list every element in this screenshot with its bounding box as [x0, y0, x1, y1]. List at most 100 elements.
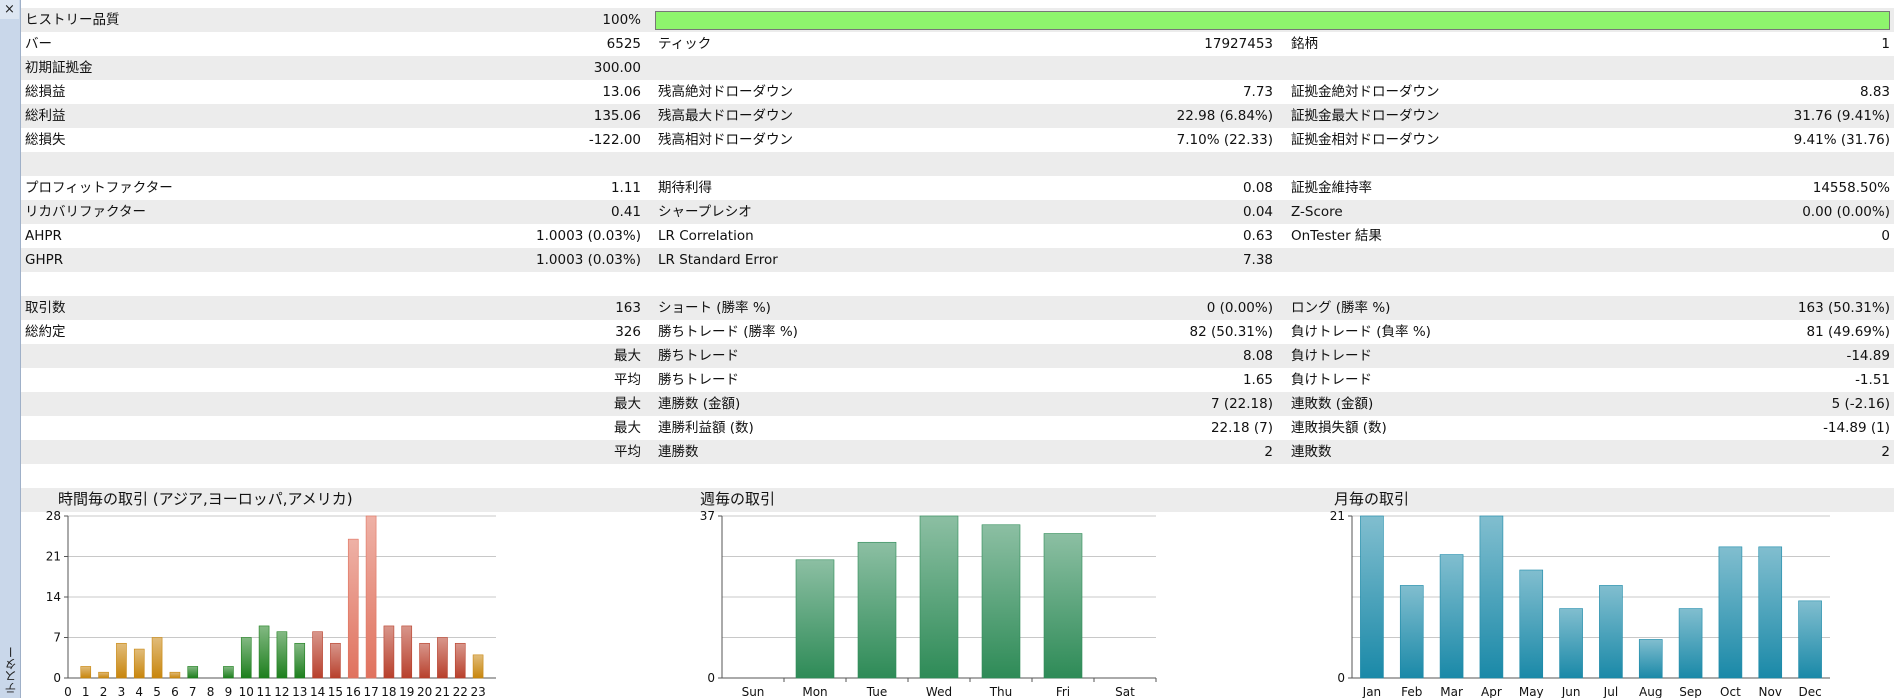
value-col1: 6525 [606, 36, 641, 52]
stats-row [21, 152, 1894, 176]
stats-row [21, 464, 1894, 488]
bar [187, 666, 199, 679]
stats-grid: ヒストリー品質 100% バー 6525 ティック 17927453 銘柄 1 初期証拠金 3… [21, 8, 1894, 512]
bar [240, 637, 252, 679]
x-tick-label: 18 [381, 685, 396, 698]
label-col2: LR Correlation [658, 228, 754, 244]
value-col1: 1.11 [610, 180, 641, 196]
stats-row: 総損益 13.06 残高絶対ドローダウン 7.73 証拠金絶対ドローダウン 8.83 [21, 80, 1894, 104]
bar [1399, 585, 1424, 679]
x-tick-label: Fri [1056, 685, 1070, 698]
y-tick-label: 21 [1330, 509, 1345, 523]
bar [276, 631, 288, 679]
value-col2: 17927453 [1204, 36, 1273, 52]
x-tick-label: Feb [1401, 685, 1422, 698]
label-col2: ティック [658, 36, 712, 52]
label-col1: 総約定 [25, 324, 66, 340]
hourly-chart-title: 時間毎の取引 (アジア,ヨーロッパ,アメリカ) [58, 490, 353, 508]
value-col1: -122.00 [588, 132, 641, 148]
label-col1: 取引数 [25, 300, 66, 316]
bar [919, 515, 959, 679]
stats-row: 総約定 326 勝ちトレード (勝率 %) 82 (50.31%) 負けトレード (負率… [21, 320, 1894, 344]
label-col1: プロフィットファクター [25, 180, 173, 196]
stats-row: 平均 勝ちトレード 1.65 負けトレード -1.51 [21, 368, 1894, 392]
history-quality-value: 100% [602, 12, 641, 28]
stats-row: バー 6525 ティック 17927453 銘柄 1 [21, 32, 1894, 56]
value-col1: 13.06 [602, 84, 641, 100]
x-tick-label: 21 [435, 685, 450, 698]
value-col2: 7.73 [1242, 84, 1273, 100]
label-col2: 連勝数 (金額) [658, 396, 741, 412]
label-col2: 期待利得 [658, 180, 712, 196]
x-tick-label: Dec [1798, 685, 1821, 698]
value-col3: 14558.50% [1812, 180, 1890, 196]
x-tick-label: Jul [1603, 685, 1618, 698]
monthly-trades-chart: 月毎の取引 0 21 Jan Feb Mar Apr May Jun Jul Aug Sep Oct N… [1330, 488, 1879, 698]
label-col1: AHPR [25, 228, 62, 244]
x-tick-label: 23 [470, 685, 485, 698]
x-tick-label: May [1519, 685, 1544, 698]
bar [419, 642, 430, 679]
label-col3: 負けトレード [1291, 348, 1372, 364]
weekly-chart-title: 週毎の取引 [700, 490, 776, 508]
x-tick-label: 20 [417, 685, 432, 698]
label-col1: 総損失 [25, 132, 66, 148]
value-col1: 最大 [614, 348, 641, 364]
value-col2: 0.04 [1242, 204, 1273, 220]
y-tick-label: 28 [46, 509, 61, 523]
bar [1678, 608, 1703, 679]
label-col2: 残高相対ドローダウン [658, 132, 793, 148]
stats-row: 総利益 135.06 残高最大ドローダウン 22.98 (6.84%) 証拠金最大ドロー… [21, 104, 1894, 128]
bar [169, 671, 181, 679]
label-col2: LR Standard Error [658, 252, 778, 268]
close-icon[interactable]: × [0, 0, 19, 19]
x-tick-label: 7 [189, 685, 197, 698]
value-col2: 2 [1264, 444, 1273, 460]
value-col3: 8.83 [1859, 84, 1890, 100]
bar [1599, 585, 1623, 679]
bar [312, 631, 323, 679]
x-tick-label: 22 [453, 685, 468, 698]
value-col2: 0.08 [1242, 180, 1273, 196]
x-tick-label: Nov [1759, 685, 1782, 698]
value-col3: 0 [1881, 228, 1890, 244]
x-tick-label: Apr [1481, 685, 1502, 698]
value-col2: 1.65 [1242, 372, 1273, 388]
value-col2: 82 (50.31%) [1189, 324, 1273, 340]
tester-vertical-label: テスター [4, 646, 18, 694]
stats-row: 取引数 163 ショート (勝率 %) 0 (0.00%) ロング (勝率 %) 163 … [21, 296, 1894, 320]
x-tick-label: 2 [100, 685, 108, 698]
stats-row: 最大 勝ちトレード 8.08 負けトレード -14.89 [21, 344, 1894, 368]
x-tick-label: 15 [328, 685, 343, 698]
value-col1: 135.06 [593, 108, 641, 124]
x-tick-label: 14 [310, 685, 325, 698]
hourly-trades-chart: 時間毎の取引 (アジア,ヨーロッパ,アメリカ) 0 7 14 21 28 0 1 2 3 4 5 6 7… [46, 488, 606, 698]
bar [258, 625, 270, 679]
value-col1: 平均 [614, 372, 641, 388]
x-tick-label: 17 [363, 685, 378, 698]
stats-row: AHPR 1.0003 (0.03%) LR Correlation 0.63 OnTe… [21, 224, 1894, 248]
value-col3: 5 (-2.16) [1831, 396, 1890, 412]
bar [151, 637, 163, 679]
label-col3: 銘柄 [1291, 36, 1318, 52]
value-col1: 最大 [614, 396, 641, 412]
label-col2: 勝ちトレード [658, 372, 739, 388]
label-col1: バー [25, 36, 52, 52]
x-tick-label: Thu [989, 685, 1013, 698]
monthly-chart-title: 月毎の取引 [1334, 490, 1410, 508]
bar [98, 671, 109, 679]
value-col1: 1.0003 (0.03%) [536, 228, 641, 244]
label-col3: 証拠金絶対ドローダウン [1291, 84, 1440, 100]
bar [795, 559, 835, 679]
stats-row: 総損失 -122.00 残高相対ドローダウン 7.10% (22.33) 証拠金相対ドロ… [21, 128, 1894, 152]
label-col3: 証拠金相対ドローダウン [1291, 132, 1440, 148]
x-tick-label: Tue [866, 685, 888, 698]
bar [1758, 546, 1783, 679]
y-tick-label: 0 [707, 671, 715, 685]
x-tick-label: 16 [346, 685, 361, 698]
x-tick-label: 8 [207, 685, 215, 698]
x-tick-label: 6 [171, 685, 179, 698]
label-col3: Z-Score [1291, 204, 1343, 220]
label-col1: GHPR [25, 252, 64, 268]
x-tick-label: 5 [153, 685, 161, 698]
